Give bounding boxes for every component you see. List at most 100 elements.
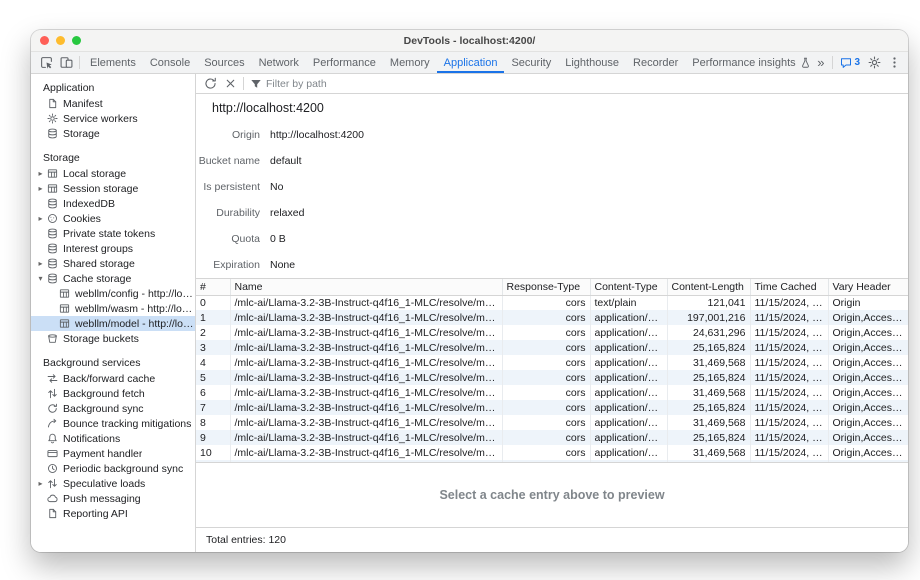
tab-console[interactable]: Console — [143, 52, 197, 73]
cell-content-length: 31,469,568 — [667, 385, 750, 400]
console-messages-button[interactable]: 3 — [836, 53, 864, 73]
chevron-right-icon[interactable]: ▸ — [35, 169, 46, 178]
cell-index: 5 — [196, 370, 230, 385]
sidebar-item-back-forward-cache[interactable]: Back/forward cache — [31, 371, 195, 386]
table-row[interactable]: 5/mlc-ai/Llama-3.2-3B-Instruct-q4f16_1-M… — [196, 370, 908, 385]
sidebar-item-webllm-model-http-loc[interactable]: webllm/model - http://loc… — [31, 316, 195, 331]
sidebar-item-label: webllm/model - http://loc… — [75, 318, 195, 330]
column-header-response-type[interactable]: Response-Type — [502, 279, 590, 295]
more-tabs-button[interactable]: » — [812, 55, 829, 70]
sidebar-item-private-state-tokens[interactable]: Private state tokens — [31, 226, 195, 241]
tab-recorder[interactable]: Recorder — [626, 52, 685, 73]
table-row[interactable]: 4/mlc-ai/Llama-3.2-3B-Instruct-q4f16_1-M… — [196, 355, 908, 370]
cell-vary-header: Origin — [828, 295, 908, 310]
tab-network[interactable]: Network — [252, 52, 306, 73]
close-window-button[interactable] — [40, 36, 49, 45]
tab-label: Console — [150, 57, 190, 69]
cell-time-cached: 11/15/2024, 10… — [750, 430, 828, 445]
device-toolbar-button[interactable] — [56, 53, 76, 73]
cell-content-type: application/oc… — [590, 310, 667, 325]
inspect-element-button[interactable] — [36, 53, 56, 73]
table-row[interactable]: 9/mlc-ai/Llama-3.2-3B-Instruct-q4f16_1-M… — [196, 430, 908, 445]
kebab-menu-icon — [888, 56, 901, 69]
cache-entries-grid[interactable]: #NameResponse-TypeContent-TypeContent-Le… — [196, 278, 908, 462]
titlebar[interactable]: DevTools - localhost:4200/ — [31, 30, 908, 52]
cell-response-type: cors — [502, 325, 590, 340]
sidebar-item-local-storage[interactable]: ▸Local storage — [31, 166, 195, 181]
menu-button[interactable] — [884, 53, 904, 73]
sidebar-item-periodic-background-sync[interactable]: Periodic background sync — [31, 461, 195, 476]
sidebar-item-indexeddb[interactable]: IndexedDB — [31, 196, 195, 211]
refresh-button[interactable] — [200, 75, 220, 93]
table-row[interactable]: 10/mlc-ai/Llama-3.2-3B-Instruct-q4f16_1-… — [196, 445, 908, 460]
database-icon — [46, 258, 59, 269]
sidebar-item-shared-storage[interactable]: ▸Shared storage — [31, 256, 195, 271]
cell-content-length: 25,165,824 — [667, 370, 750, 385]
cache-entries-table: #NameResponse-TypeContent-TypeContent-Le… — [196, 279, 908, 462]
tab-lighthouse[interactable]: Lighthouse — [558, 52, 626, 73]
column-header-content-length[interactable]: Content-Length — [667, 279, 750, 295]
filter-input[interactable] — [266, 78, 416, 90]
sidebar-item-storage[interactable]: Storage — [31, 126, 195, 141]
column-header-index[interactable]: # — [196, 279, 230, 295]
column-header-name[interactable]: Name — [230, 279, 502, 295]
tab-performance-insights[interactable]: Performance insights — [685, 52, 812, 73]
chevron-down-icon[interactable]: ▾ — [35, 274, 46, 283]
sidebar-item-speculative-loads[interactable]: ▸Speculative loads — [31, 476, 195, 491]
sidebar-item-session-storage[interactable]: ▸Session storage — [31, 181, 195, 196]
cell-vary-header: Origin,Access… — [828, 355, 908, 370]
table-row[interactable]: 3/mlc-ai/Llama-3.2-3B-Instruct-q4f16_1-M… — [196, 340, 908, 355]
cell-vary-header: Origin,Access… — [828, 325, 908, 340]
sidebar-item-reporting-api[interactable]: Reporting API — [31, 506, 195, 521]
cell-name: /mlc-ai/Llama-3.2-3B-Instruct-q4f16_1-ML… — [230, 325, 502, 340]
sidebar-item-push-messaging[interactable]: Push messaging — [31, 491, 195, 506]
meta-row-origin: Originhttp://localhost:4200 — [196, 122, 908, 148]
minimize-window-button[interactable] — [56, 36, 65, 45]
tab-security[interactable]: Security — [504, 52, 558, 73]
sidebar-item-webllm-config-http-loc[interactable]: webllm/config - http://loc… — [31, 286, 195, 301]
sidebar-item-cookies[interactable]: ▸Cookies — [31, 211, 195, 226]
tab-application[interactable]: Application — [437, 52, 505, 73]
settings-button[interactable] — [864, 53, 884, 73]
sidebar-item-manifest[interactable]: Manifest — [31, 96, 195, 111]
delete-selected-button[interactable] — [220, 75, 240, 93]
column-header-content-type[interactable]: Content-Type — [590, 279, 667, 295]
document-icon — [46, 98, 59, 109]
chevron-right-icon[interactable]: ▸ — [35, 259, 46, 268]
meta-value: http://localhost:4200 — [270, 129, 364, 141]
cell-content-type: application/oc… — [590, 340, 667, 355]
table-row[interactable]: 8/mlc-ai/Llama-3.2-3B-Instruct-q4f16_1-M… — [196, 415, 908, 430]
cell-content-length: 121,041 — [667, 295, 750, 310]
tab-performance[interactable]: Performance — [306, 52, 383, 73]
table-row[interactable]: 1/mlc-ai/Llama-3.2-3B-Instruct-q4f16_1-M… — [196, 310, 908, 325]
sidebar-item-background-fetch[interactable]: Background fetch — [31, 386, 195, 401]
sidebar-item-service-workers[interactable]: Service workers — [31, 111, 195, 126]
sidebar-item-label: Storage — [63, 128, 100, 140]
cell-index: 7 — [196, 400, 230, 415]
sidebar-item-notifications[interactable]: Notifications — [31, 431, 195, 446]
sidebar-item-bounce-tracking-mitigations[interactable]: Bounce tracking mitigations — [31, 416, 195, 431]
column-header-time-cached[interactable]: Time Cached — [750, 279, 828, 295]
sidebar-item-background-sync[interactable]: Background sync — [31, 401, 195, 416]
tab-memory[interactable]: Memory — [383, 52, 437, 73]
sidebar-item-label: Bounce tracking mitigations — [63, 418, 191, 430]
chevron-right-icon[interactable]: ▸ — [35, 184, 46, 193]
tab-label: Security — [511, 57, 551, 69]
tab-elements[interactable]: Elements — [83, 52, 143, 73]
zoom-window-button[interactable] — [72, 36, 81, 45]
cell-vary-header: Origin,Access… — [828, 400, 908, 415]
tab-sources[interactable]: Sources — [197, 52, 251, 73]
sidebar-item-payment-handler[interactable]: Payment handler — [31, 446, 195, 461]
chevron-right-icon[interactable]: ▸ — [35, 214, 46, 223]
column-header-vary-header[interactable]: Vary Header — [828, 279, 908, 295]
sidebar-item-interest-groups[interactable]: Interest groups — [31, 241, 195, 256]
sidebar-item-cache-storage[interactable]: ▾Cache storage — [31, 271, 195, 286]
sidebar-item-webllm-wasm-http-loca[interactable]: webllm/wasm - http://loca… — [31, 301, 195, 316]
table-row[interactable]: 0/mlc-ai/Llama-3.2-3B-Instruct-q4f16_1-M… — [196, 295, 908, 310]
sidebar-item-storage-buckets[interactable]: Storage buckets — [31, 331, 195, 346]
table-row[interactable]: 7/mlc-ai/Llama-3.2-3B-Instruct-q4f16_1-M… — [196, 400, 908, 415]
table-row[interactable]: 6/mlc-ai/Llama-3.2-3B-Instruct-q4f16_1-M… — [196, 385, 908, 400]
chevron-right-icon[interactable]: ▸ — [35, 479, 46, 488]
sidebar-item-label: Reporting API — [63, 508, 128, 520]
table-row[interactable]: 2/mlc-ai/Llama-3.2-3B-Instruct-q4f16_1-M… — [196, 325, 908, 340]
